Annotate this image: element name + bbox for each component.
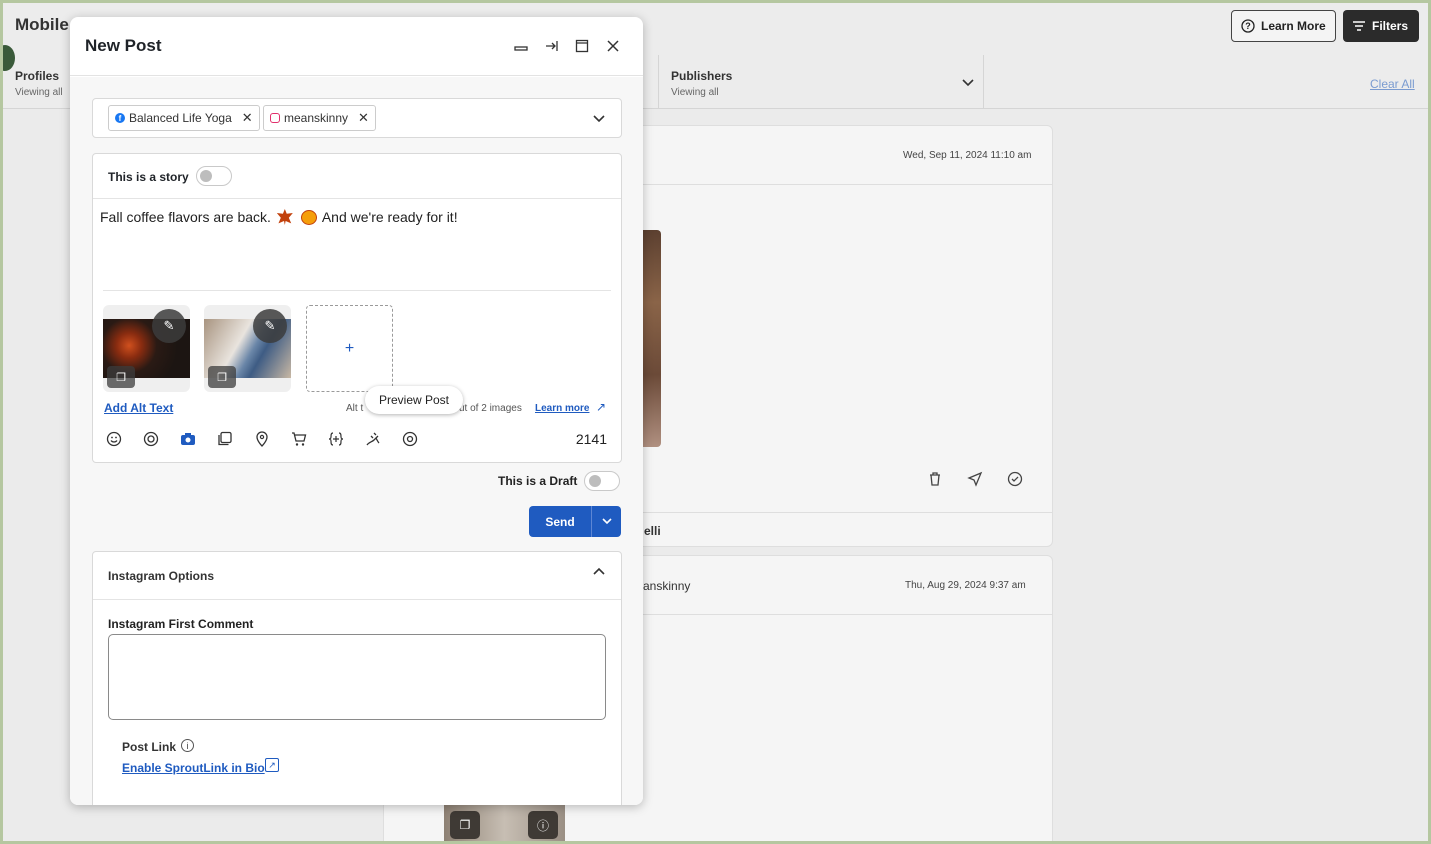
profile-chip-label: meanskinny xyxy=(284,111,349,125)
chevron-up-icon[interactable] xyxy=(593,567,605,575)
add-media-button[interactable]: + xyxy=(306,305,393,392)
close-icon[interactable] xyxy=(602,35,624,57)
post-image xyxy=(643,230,661,447)
learn-more-button[interactable]: ? Learn More xyxy=(1231,10,1336,42)
clear-all-link[interactable]: Clear All xyxy=(1370,77,1415,91)
composer-toolbar xyxy=(105,430,419,448)
external-link-icon[interactable]: ↗ xyxy=(596,400,606,414)
alt-text-status-prefix: Alt t xyxy=(346,403,364,414)
card-date: Thu, Aug 29, 2024 9:37 am xyxy=(905,580,1026,591)
draft-toggle[interactable] xyxy=(584,471,620,491)
new-post-dialog: New Post f Balanced Life Yoga ✕ meanskin… xyxy=(70,17,643,805)
post-text: And we're ready for it! xyxy=(321,209,458,225)
send-icon[interactable] xyxy=(967,471,983,487)
profile-selector[interactable]: f Balanced Life Yoga ✕ meanskinny ✕ xyxy=(92,98,622,138)
filters-button[interactable]: Filters xyxy=(1343,10,1419,42)
remove-chip-icon[interactable]: ✕ xyxy=(358,110,369,126)
first-comment-label: Instagram First Comment xyxy=(108,617,254,631)
card-date: Wed, Sep 11, 2024 11:10 am xyxy=(903,150,1032,161)
screen-frame: Mobile ? Learn More Filters Profiles Vie… xyxy=(0,0,1431,844)
app-title: Mobile xyxy=(15,15,69,34)
first-comment-input[interactable] xyxy=(108,634,606,720)
external-link-icon[interactable]: ↗ xyxy=(265,758,279,772)
ai-assist-icon[interactable] xyxy=(142,430,160,448)
info-icon[interactable]: ⓘ xyxy=(528,811,558,839)
profiles-filter-subtitle: Viewing all xyxy=(15,87,63,98)
divider xyxy=(103,290,611,291)
facebook-icon: f xyxy=(115,113,125,123)
pumpkin-emoji-icon xyxy=(300,210,317,225)
trash-icon[interactable] xyxy=(927,471,943,487)
preview-icon[interactable] xyxy=(401,430,419,448)
profile-chip-label: Balanced Life Yoga xyxy=(129,111,232,125)
media-thumbnail[interactable]: ✎ ❐ xyxy=(103,305,190,392)
card-footer-name: elli xyxy=(644,524,661,538)
post-text-editor[interactable]: Fall coffee flavors are back. And we're … xyxy=(100,209,458,225)
card-actions xyxy=(927,471,1023,487)
copy-icon[interactable]: ❐ xyxy=(208,366,236,388)
camera-icon[interactable] xyxy=(179,430,197,448)
hashtag-icon[interactable] xyxy=(364,430,382,448)
instagram-options-panel: Instagram Options Instagram First Commen… xyxy=(92,551,622,805)
chevron-down-icon[interactable] xyxy=(593,115,605,123)
card-profile-name: anskinny xyxy=(643,579,691,593)
chevron-down-icon[interactable] xyxy=(962,79,974,87)
dialog-header: New Post xyxy=(70,17,643,76)
location-icon[interactable] xyxy=(253,430,271,448)
edit-pencil-icon[interactable]: ✎ xyxy=(152,309,186,343)
send-button[interactable]: Send xyxy=(529,506,591,537)
alt-text-status-suffix: ut of 2 images xyxy=(459,403,522,414)
story-toggle-label: This is a story xyxy=(108,170,189,184)
post-composer: This is a story Fall coffee flavors are … xyxy=(92,153,622,463)
profiles-filter-title: Profiles xyxy=(15,69,60,83)
publishers-filter-subtitle: Viewing all xyxy=(671,87,719,98)
product-tag-icon[interactable] xyxy=(290,430,308,448)
svg-text:?: ? xyxy=(1245,21,1251,31)
instagram-icon xyxy=(270,113,280,123)
media-thumbnail[interactable]: ✎ ❐ xyxy=(204,305,291,392)
divider xyxy=(983,55,984,108)
help-icon: ? xyxy=(1241,19,1255,33)
story-toggle[interactable] xyxy=(196,166,232,186)
maple-leaf-emoji-icon xyxy=(276,209,293,225)
minimize-icon[interactable] xyxy=(510,35,532,57)
dock-icon[interactable] xyxy=(541,35,563,57)
filters-label: Filters xyxy=(1372,19,1409,33)
remove-chip-icon[interactable]: ✕ xyxy=(242,110,253,126)
emoji-icon[interactable] xyxy=(105,430,123,448)
divider xyxy=(658,55,659,108)
filter-icon xyxy=(1353,21,1365,31)
preview-post-tooltip: Preview Post xyxy=(365,386,463,414)
variables-icon[interactable] xyxy=(327,430,345,448)
dialog-title: New Post xyxy=(85,36,162,55)
learn-more-label: Learn More xyxy=(1261,19,1326,33)
character-count: 2141 xyxy=(575,431,607,447)
copy-icon[interactable]: ❐ xyxy=(450,811,480,839)
info-icon[interactable]: i xyxy=(181,739,194,752)
dialog-body: f Balanced Life Yoga ✕ meanskinny ✕ This… xyxy=(70,77,643,805)
learn-more-link[interactable]: Learn more xyxy=(535,403,589,414)
instagram-options-header[interactable]: Instagram Options xyxy=(93,552,621,600)
copy-icon[interactable]: ❐ xyxy=(107,366,135,388)
enable-sproutlink-link[interactable]: Enable SproutLink in Bio xyxy=(122,761,265,775)
approve-icon[interactable] xyxy=(1007,471,1023,487)
publishers-filter[interactable]: Publishers Viewing all xyxy=(671,69,732,98)
profiles-filter[interactable]: Profiles Viewing all xyxy=(15,69,63,98)
story-row: This is a story xyxy=(93,154,621,199)
post-text: Fall coffee flavors are back. xyxy=(100,209,271,225)
send-button-group: Send xyxy=(529,506,621,537)
maximize-icon[interactable] xyxy=(571,35,593,57)
post-link-label: Post Link xyxy=(122,740,177,754)
add-alt-text-link[interactable]: Add Alt Text xyxy=(104,401,173,415)
draft-toggle-label: This is a Draft xyxy=(498,474,578,488)
profile-chip-instagram: meanskinny ✕ xyxy=(263,105,376,131)
edit-pencil-icon[interactable]: ✎ xyxy=(253,309,287,343)
send-options-chevron-icon[interactable] xyxy=(591,506,621,537)
media-library-icon[interactable] xyxy=(216,430,234,448)
publishers-filter-title: Publishers xyxy=(671,69,733,83)
profile-chip-facebook: f Balanced Life Yoga ✕ xyxy=(108,105,260,131)
instagram-options-title: Instagram Options xyxy=(108,569,215,583)
